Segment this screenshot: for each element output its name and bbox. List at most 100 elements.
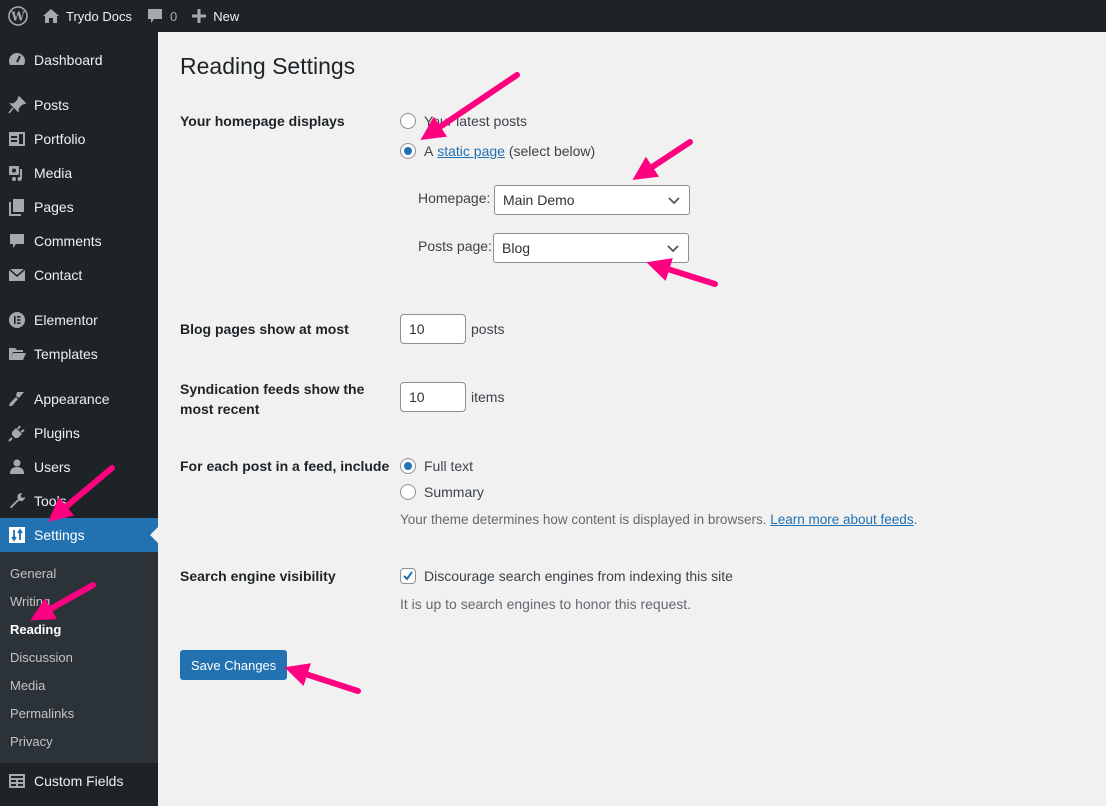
submenu-writing[interactable]: Writing (0, 587, 158, 615)
sidebar-item-label: Settings (34, 527, 85, 543)
sidebar-item-elementor[interactable]: Elementor (0, 303, 158, 337)
sidebar-item-portfolio[interactable]: Portfolio (0, 122, 158, 156)
latest-posts-label: Your latest posts (424, 113, 527, 129)
static-page-link[interactable]: static page (437, 143, 505, 159)
sidebar-item-settings[interactable]: Settings (0, 518, 158, 552)
blog-pages-input[interactable]: 10 (400, 314, 466, 344)
wp-logo-button[interactable]: W (1, 0, 35, 32)
discourage-label: Discourage search engines from indexing … (424, 568, 733, 584)
settings-icon (7, 525, 27, 545)
comments-link[interactable]: 0 (139, 0, 184, 32)
homepage-select-value: Main Demo (503, 192, 575, 208)
main-content: Reading Settings Your homepage displays … (158, 32, 1106, 806)
sidebar-item-posts[interactable]: Posts (0, 88, 158, 122)
page-title: Reading Settings (180, 53, 356, 79)
save-changes-button[interactable]: Save Changes (180, 650, 288, 680)
sidebar-item-contact[interactable]: Contact (0, 258, 158, 292)
submenu-general[interactable]: General (0, 559, 158, 587)
posts-page-select[interactable]: Blog (493, 233, 689, 263)
full-text-radio[interactable] (400, 458, 416, 474)
elementor-icon (7, 310, 27, 330)
option-summary[interactable]: Summary (400, 482, 1000, 502)
link-suffix: . (913, 512, 918, 527)
user-icon (7, 457, 27, 477)
home-icon (42, 7, 60, 25)
envelope-icon (7, 265, 27, 285)
full-text-label: Full text (424, 458, 474, 474)
option-full-text[interactable]: Full text (400, 456, 1000, 476)
sidebar-item-users[interactable]: Users (0, 450, 158, 484)
chevron-down-icon (667, 193, 681, 207)
blog-pages-unit: posts (471, 321, 505, 337)
static-page-radio[interactable] (400, 143, 416, 159)
sidebar-item-label: Pages (34, 199, 74, 215)
syndication-input[interactable]: 10 (400, 382, 466, 412)
discourage-checkbox[interactable] (400, 568, 416, 584)
submenu-reading[interactable]: Reading (0, 615, 158, 643)
admin-bar: W Trydo Docs 0 New (0, 0, 1106, 32)
learn-more-feeds-link[interactable]: Learn more about feeds (770, 512, 913, 527)
summary-label: Summary (424, 484, 484, 500)
brush-icon (7, 389, 27, 409)
dashboard-icon (7, 50, 27, 70)
comment-icon (7, 231, 27, 251)
wrench-icon (7, 491, 27, 511)
static-suffix: (select below) (508, 143, 596, 159)
new-content-button[interactable]: New (184, 0, 246, 32)
plug-icon (7, 423, 27, 443)
feed-include-label: For each post in a feed, include (180, 458, 390, 474)
new-label: New (213, 8, 240, 24)
feed-description: Your theme determines how content is dis… (400, 512, 767, 527)
sidebar-item-label: Media (34, 165, 73, 181)
discourage-option[interactable]: Discourage search engines from indexing … (400, 566, 1000, 586)
syndication-unit: items (471, 389, 505, 405)
static-prefix: A (424, 143, 434, 159)
sidebar-item-templates[interactable]: Templates (0, 337, 158, 371)
sidebar-item-label: Contact (34, 267, 83, 283)
portfolio-icon (7, 129, 27, 149)
submenu-permalinks[interactable]: Permalinks (0, 699, 158, 727)
latest-posts-radio[interactable] (400, 113, 416, 129)
sidebar-item-label: Posts (34, 97, 70, 113)
sidebar-item-pages[interactable]: Pages (0, 190, 158, 224)
syndication-label-line2: most recent (180, 401, 260, 417)
blog-pages-label: Blog pages show at most (180, 321, 349, 337)
comment-icon (146, 7, 164, 25)
option-static-page[interactable]: A static page (select below) (400, 141, 800, 161)
sidebar-item-media[interactable]: Media (0, 156, 158, 190)
sidebar-item-label: Tools (34, 493, 67, 509)
submenu-discussion[interactable]: Discussion (0, 643, 158, 671)
svg-text:W: W (10, 10, 25, 24)
sidebar-item-custom-fields[interactable]: Custom Fields (0, 764, 158, 798)
site-name: Trydo Docs (66, 8, 132, 24)
wordpress-logo-icon: W (8, 6, 28, 26)
chevron-down-icon (666, 241, 680, 255)
sidebar-item-plugins[interactable]: Plugins (0, 416, 158, 450)
posts-page-select-value: Blog (502, 240, 531, 256)
folder-icon (7, 344, 27, 364)
homepage-select-label: Homepage: (418, 190, 491, 206)
submenu-media[interactable]: Media (0, 671, 158, 699)
sidebar-item-label: Comments (34, 233, 102, 249)
sidebar-item-dashboard[interactable]: Dashboard (0, 43, 158, 77)
admin-sidebar: Dashboard Posts Portfolio Media Pages Co… (0, 32, 158, 806)
site-name-link[interactable]: Trydo Docs (35, 0, 139, 32)
settings-submenu: General Writing Reading Discussion Media… (0, 552, 158, 763)
sidebar-item-appearance[interactable]: Appearance (0, 382, 158, 416)
search-visibility-description: It is up to search engines to honor this… (400, 596, 692, 612)
search-visibility-label: Search engine visibility (180, 568, 336, 584)
sidebar-item-tools[interactable]: Tools (0, 484, 158, 518)
sidebar-item-label: Users (34, 459, 71, 475)
sidebar-item-comments[interactable]: Comments (0, 224, 158, 258)
option-latest-posts[interactable]: Your latest posts (400, 111, 800, 131)
submenu-privacy[interactable]: Privacy (0, 727, 158, 755)
summary-radio[interactable] (400, 484, 416, 500)
homepage-select[interactable]: Main Demo (494, 185, 690, 215)
syndication-label: Syndication feeds show the most recent (180, 379, 380, 419)
checkmark-icon (403, 571, 413, 581)
comments-count: 0 (169, 8, 178, 24)
sidebar-item-label: Plugins (34, 425, 80, 441)
plus-icon (191, 8, 207, 24)
table-icon (7, 771, 27, 791)
syndication-label-line1: Syndication feeds show the (180, 381, 365, 397)
